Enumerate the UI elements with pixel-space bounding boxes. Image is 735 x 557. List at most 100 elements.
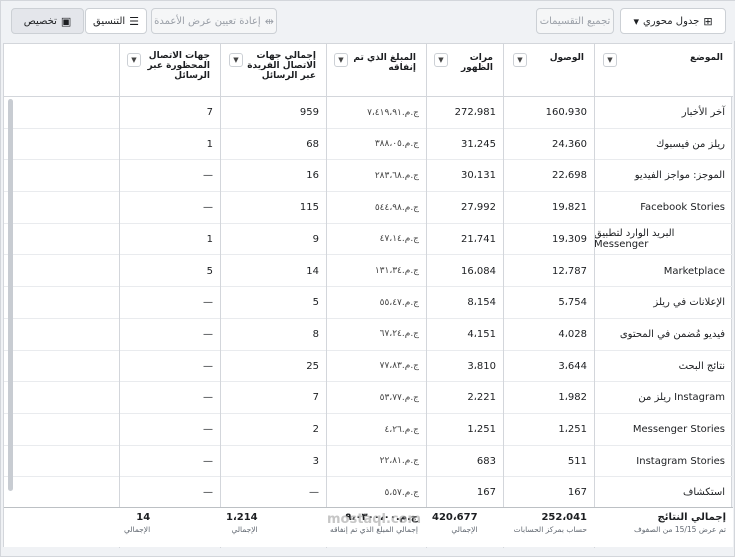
cell-reach: 5،754 bbox=[558, 297, 587, 309]
column-divider bbox=[503, 44, 504, 548]
cell-contacts: 3 bbox=[312, 455, 319, 467]
cell-reach: 19،309 bbox=[551, 233, 587, 245]
header-blocked[interactable]: جهات الاتصال المحظورة عبر الرسائل bbox=[119, 44, 220, 97]
header-placement[interactable]: الموضع bbox=[594, 44, 733, 97]
column-divider bbox=[594, 44, 595, 548]
reach-dropdown-icon[interactable]: ▼ bbox=[513, 53, 527, 67]
cell-blocked: — bbox=[203, 455, 213, 467]
cell-placement: Marketplace bbox=[663, 265, 725, 277]
placement-dropdown-icon[interactable]: ▼ bbox=[603, 53, 617, 67]
table-row[interactable]: Instagram Stories 511 683 ج.م.‏٢٢،٨١ 3 — bbox=[4, 446, 733, 478]
format-label: التنسيق bbox=[93, 15, 126, 27]
cell-spent: ج.م.‏٢٨٣،٦٨ bbox=[374, 170, 419, 181]
table-row[interactable]: الإعلانات في ريلز 5،754 8،154 ج.م.‏٥٥،٤٧ 5 — bbox=[4, 287, 733, 319]
header-contacts-label: إجمالي جهات الاتصال الفريدة عبر الرسائل bbox=[247, 51, 316, 81]
cell-placement: ريلز من Instagram bbox=[638, 392, 725, 404]
header-spent[interactable]: المبلغ الذي تم إنفاقه bbox=[326, 44, 426, 97]
cell-impressions: 16،084 bbox=[460, 265, 496, 277]
cell-impressions: 683 bbox=[476, 455, 496, 467]
cell-impressions: 21،741 bbox=[460, 233, 496, 245]
cell-impressions: 27،992 bbox=[460, 202, 496, 214]
footer-contacts: 1،214 الإجمالي bbox=[226, 512, 258, 534]
table-row[interactable]: آخر الأخبار 160،930 272،981 ج.م.‏٧،٤١٩،٩١ 95… bbox=[4, 97, 733, 129]
cell-blocked: — bbox=[203, 202, 213, 214]
cell-spent: ج.م.‏٤،٢٦ bbox=[384, 424, 419, 435]
table-row[interactable]: الموجز: مواجز الفيديو 22،698 30،131 ج.م.‏٢٨… bbox=[4, 160, 733, 193]
table-row[interactable]: البريد الوارد لتطبيق Messenger 19،309 21،7… bbox=[4, 224, 733, 256]
cell-placement: الإعلانات في ريلز bbox=[653, 297, 725, 309]
cell-placement: البريد الوارد لتطبيق Messenger bbox=[594, 228, 675, 251]
contacts-dropdown-icon[interactable]: ▼ bbox=[229, 53, 243, 67]
cell-contacts: 115 bbox=[299, 202, 319, 214]
table-row[interactable]: Facebook Stories 19،821 27،992 ج.م.‏٥٤٤،٩٨ 1… bbox=[4, 192, 733, 224]
table-row[interactable]: ريلز من فيسبوك 24،360 31،245 ج.م.‏٣٨٨،٠٥ 68 1 bbox=[4, 129, 733, 161]
cell-blocked: 7 bbox=[206, 107, 213, 118]
footer-blocked: 14 الإجمالي bbox=[124, 512, 150, 534]
cell-placement: استكشاف bbox=[682, 487, 725, 499]
table-row[interactable]: استكشاف 167 167 ج.م.‏٥،٥٧ — — bbox=[4, 477, 733, 510]
footer-impressions: 420،677 الإجمالي bbox=[432, 512, 478, 534]
cell-contacts: 7 bbox=[312, 392, 319, 404]
table-row[interactable]: Marketplace 12،787 16،084 ج.م.‏١٣١،٣٤ 14 5 bbox=[4, 256, 733, 288]
header-reach[interactable]: الوصول bbox=[503, 44, 594, 97]
header-impressions-label: مرات الظهور bbox=[461, 53, 493, 73]
pivot-label: جدول محوري bbox=[642, 15, 700, 27]
cell-spent: ج.م.‏٧،٤١٩،٩١ bbox=[367, 107, 419, 118]
cell-contacts: 959 bbox=[299, 107, 319, 118]
pivot-table-dropdown[interactable]: ⊞ جدول محوري ▾ bbox=[620, 8, 726, 34]
format-button[interactable]: ☰ التنسيق bbox=[85, 8, 147, 34]
footer-contacts-sub: الإجمالي bbox=[231, 525, 258, 534]
table-row[interactable]: فيديو مُضمن في المحتوى 4،028 4،151 ج.م.‏٦٧،… bbox=[4, 319, 733, 351]
table-row[interactable]: Messenger Stories 1،251 1،251 ج.م.‏٤،٢٦ 2 — bbox=[4, 414, 733, 446]
vertical-scrollbar[interactable] bbox=[8, 99, 13, 491]
header-spent-label: المبلغ الذي تم إنفاقه bbox=[353, 53, 416, 73]
cell-spent: ج.م.‏١٣١،٣٤ bbox=[374, 266, 419, 276]
customize-button[interactable]: ▣ تخصيص bbox=[11, 8, 84, 34]
cell-spent: ج.م.‏٢٢،٨١ bbox=[379, 456, 419, 467]
cell-contacts: — bbox=[309, 487, 319, 499]
cell-contacts: 68 bbox=[306, 138, 319, 150]
cell-blocked: — bbox=[203, 170, 213, 182]
cell-blocked: — bbox=[203, 424, 213, 435]
cell-placement: نتائج البحث bbox=[678, 360, 725, 372]
blocked-dropdown-icon[interactable]: ▼ bbox=[127, 53, 141, 67]
cell-blocked: — bbox=[203, 328, 213, 340]
cell-placement: آخر الأخبار bbox=[681, 107, 725, 118]
cell-spent: ج.م.‏٥٥،٤٧ bbox=[379, 297, 419, 308]
footer-blocked-sub: الإجمالي bbox=[124, 525, 151, 534]
data-table: الموضع ▼ الوصول ▼ مرات الظهور ▼ المبلغ ا… bbox=[3, 43, 733, 548]
watermark: mostaql.com bbox=[327, 512, 422, 527]
reset-column-width-button[interactable]: ⇹ إعادة تعيين عرض الأعمدة bbox=[151, 8, 277, 34]
cell-spent: ج.م.‏٦٧،٢٤ bbox=[379, 329, 419, 340]
cell-placement: ريلز من فيسبوك bbox=[656, 138, 725, 150]
header-impressions[interactable]: مرات الظهور bbox=[426, 44, 503, 97]
cell-impressions: 1،251 bbox=[467, 424, 496, 435]
cell-reach: 22،698 bbox=[551, 170, 587, 182]
table-row[interactable]: ريلز من Instagram 1،982 2،221 ج.م.‏٥٣،٧٧ 7 — bbox=[4, 382, 733, 414]
cell-placement: Messenger Stories bbox=[632, 424, 725, 435]
impressions-dropdown-icon[interactable]: ▼ bbox=[434, 53, 448, 67]
report-frame: ▣ تخصيص ☰ التنسيق ⇹ إعادة تعيين عرض الأع… bbox=[0, 0, 735, 557]
resize-icon: ⇹ bbox=[264, 14, 274, 28]
header-contacts[interactable]: إجمالي جهات الاتصال الفريدة عبر الرسائل bbox=[220, 44, 326, 97]
cell-blocked: — bbox=[203, 360, 213, 372]
cell-contacts: 9 bbox=[312, 233, 319, 245]
cell-blocked: 1 bbox=[206, 233, 213, 245]
cell-placement: Instagram Stories bbox=[636, 455, 725, 467]
cell-impressions: 31،245 bbox=[460, 138, 496, 150]
spent-dropdown-icon[interactable]: ▼ bbox=[334, 53, 348, 67]
cell-contacts: 2 bbox=[312, 424, 319, 435]
header-placement-label: الموضع bbox=[690, 53, 723, 63]
cell-reach: 24،360 bbox=[551, 138, 587, 150]
footer-impressions-sub: الإجمالي bbox=[451, 525, 478, 534]
group-breakdowns-button[interactable]: تجميع التقسيمات bbox=[536, 8, 614, 34]
footer-reach-sub: حساب بمركز الحسابات bbox=[513, 525, 587, 534]
pivot-icon: ⊞ bbox=[703, 14, 713, 28]
cell-reach: 511 bbox=[567, 455, 587, 467]
cell-impressions: 30،131 bbox=[460, 170, 496, 182]
footer-label: إجمالي النتائج bbox=[657, 512, 726, 523]
toolbar: ▣ تخصيص ☰ التنسيق ⇹ إعادة تعيين عرض الأع… bbox=[1, 1, 735, 41]
cell-contacts: 14 bbox=[306, 265, 319, 277]
footer-placement: إجمالي النتائج تم عرض 15/15 من الصفوف bbox=[634, 512, 726, 534]
table-row[interactable]: نتائج البحث 3،644 3،810 ج.م.‏٧٧،٨٣ 25 — bbox=[4, 351, 733, 383]
